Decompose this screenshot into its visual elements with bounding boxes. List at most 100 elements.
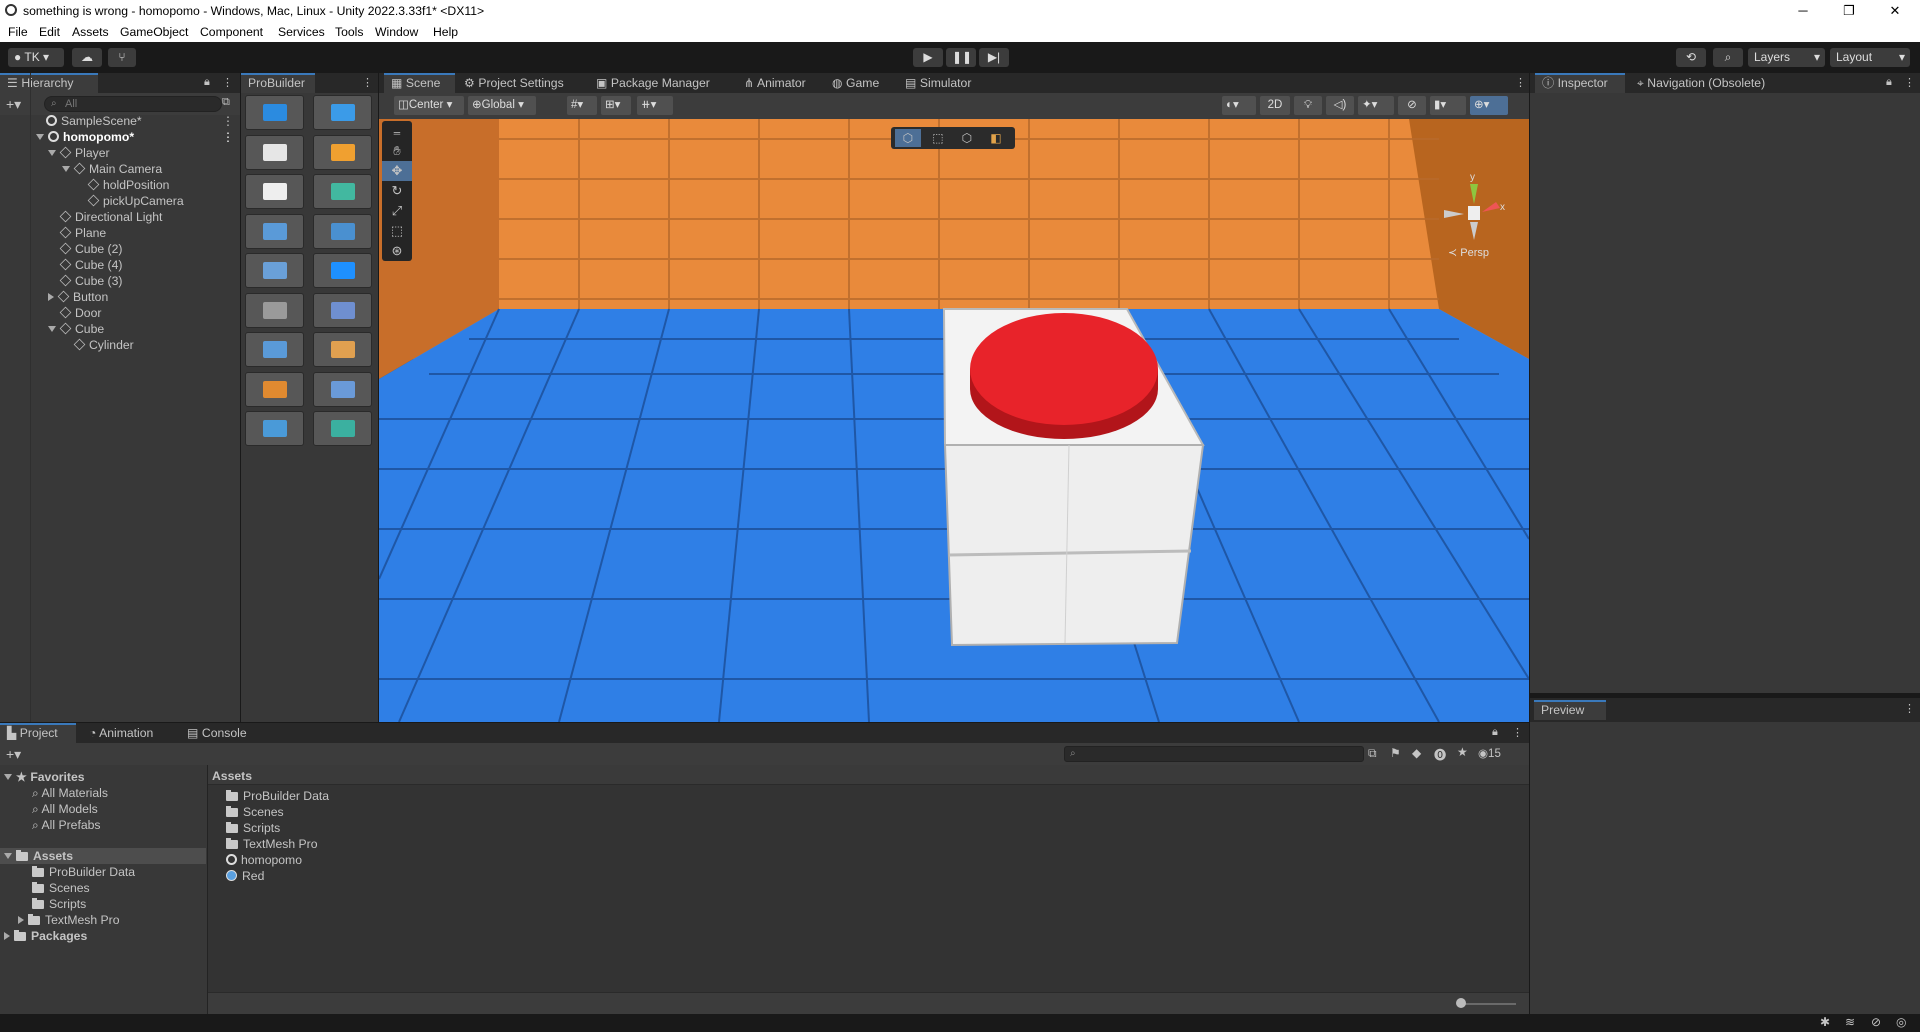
menu-tools[interactable]: Tools (335, 25, 363, 39)
asset-scene-homopomo[interactable]: homopomo (226, 852, 302, 868)
kebab-menu-icon[interactable]: ⋮ (222, 76, 233, 89)
tree-folder-probuilder-data[interactable]: ProBuilder Data (32, 864, 135, 880)
expand-arrow-icon[interactable] (48, 326, 56, 332)
probuilder-conform-normals-button[interactable] (245, 253, 304, 288)
filter-icon[interactable]: ⚑ (1390, 746, 1401, 760)
minimize-button[interactable]: ─ (1780, 1, 1826, 21)
preview-label[interactable]: Preview (1534, 700, 1606, 720)
persp-label[interactable]: ≺ Persp (1448, 247, 1489, 259)
hierarchy-item-directional-light[interactable]: Directional Light (59, 209, 162, 225)
layers-dropdown[interactable]: Layers ▾ (1748, 48, 1825, 67)
step-button[interactable]: ▶| (979, 48, 1009, 67)
favorite-all-models[interactable]: ⌕ All Models (32, 801, 98, 817)
lock-icon[interactable]: 🔒︎ (204, 76, 210, 89)
hierarchy-item-plane[interactable]: Plane (59, 225, 106, 241)
lighting-toggle[interactable]: 💡︎ (1294, 96, 1322, 115)
tab-hierarchy[interactable]: ☰ Hierarchy (0, 73, 98, 93)
layout-dropdown[interactable]: Layout ▾ (1830, 48, 1910, 67)
hierarchy-item-cube-3[interactable]: Cube (3) (59, 273, 122, 289)
hierarchy-item-samplescene[interactable]: SampleScene* ⋮ (46, 113, 240, 129)
rotate-tool-icon[interactable]: ↻ (382, 181, 412, 201)
probuilder-merge-button[interactable] (313, 332, 372, 367)
effects-dropdown[interactable]: ✦▾ (1358, 96, 1394, 115)
hierarchy-item-cube-2[interactable]: Cube (2) (59, 241, 122, 257)
packages-folder[interactable]: Packages (4, 928, 87, 944)
probuilder-center-pivot-button[interactable] (245, 213, 304, 249)
probuilder-material-editor-button[interactable] (313, 134, 372, 170)
probuilder-freeze-transform-button[interactable] (313, 371, 372, 407)
scene-visibility-icon[interactable]: ⧉ (222, 96, 230, 109)
probuilder-flip-normals-button[interactable] (245, 292, 304, 328)
assets-folder[interactable]: Assets (4, 848, 73, 864)
collab-button[interactable]: ⑂ (108, 48, 136, 67)
progress-icon[interactable]: ◎ (1896, 1015, 1907, 1029)
gizmos-dropdown[interactable]: ⊕▾ (1470, 96, 1508, 115)
hierarchy-item-button[interactable]: Button (48, 289, 108, 305)
transform-tool-icon[interactable]: ⊛ (382, 241, 412, 261)
menu-assets[interactable]: Assets (72, 25, 109, 39)
history-button[interactable]: ⟲ (1676, 48, 1706, 67)
probuilder-set-trigger-button[interactable] (245, 411, 304, 446)
expand-arrow-icon[interactable] (4, 932, 10, 940)
debug-icon[interactable]: ⊘ (1871, 1015, 1881, 1029)
tab-navigation[interactable]: ⌖ Navigation (Obsolete) (1630, 73, 1765, 93)
lock-icon[interactable]: 🔒︎ (1492, 726, 1498, 739)
expand-arrow-icon[interactable] (48, 293, 54, 301)
menu-help[interactable]: Help (433, 25, 458, 39)
kebab-menu-icon[interactable]: ⋮ (362, 76, 373, 89)
space-dropdown[interactable]: ⊕Global ▾ (468, 96, 536, 115)
probuilder-mirror-button[interactable] (313, 213, 372, 249)
kebab-menu-icon[interactable]: ⋮ (222, 113, 234, 129)
create-button[interactable]: +▾ (6, 746, 21, 763)
edge-mode-icon[interactable]: ⬡ (954, 129, 980, 147)
tab-animation[interactable]: ◔ Animation (82, 723, 153, 743)
probuilder-subdivide-button[interactable] (245, 371, 304, 407)
asset-folder-probuilder-data[interactable]: ProBuilder Data (226, 788, 329, 804)
tab-simulator[interactable]: ▤ Simulator (898, 73, 971, 93)
hidden-packages-count[interactable]: ◉15 (1478, 746, 1501, 760)
search-by-type-icon[interactable]: ⧉ (1368, 746, 1377, 761)
probuilder-smoothing-button[interactable] (245, 174, 304, 209)
hierarchy-item-cylinder[interactable]: Cylinder (73, 337, 134, 353)
menu-services[interactable]: Services (278, 25, 325, 39)
pause-button[interactable]: ❚❚ (946, 48, 976, 67)
probuilder-export-button[interactable] (245, 332, 304, 367)
expand-arrow-icon[interactable] (4, 853, 12, 859)
expand-arrow-icon[interactable] (18, 916, 24, 924)
tree-folder-scripts[interactable]: Scripts (32, 896, 86, 912)
kebab-menu-icon[interactable]: ⋮ (1904, 702, 1915, 715)
probuilder-new-shape-button[interactable] (245, 95, 304, 130)
warning-icon[interactable]: ⓿ (1434, 745, 1446, 763)
menu-component[interactable]: Component (200, 25, 263, 39)
vertex-mode-icon[interactable]: ⬚ (925, 129, 951, 147)
rect-tool-icon[interactable]: ⬚ (382, 221, 412, 241)
probuilder-vertex-colors-button[interactable] (313, 174, 372, 209)
tab-project-settings[interactable]: ⚙ Project Settings (457, 73, 564, 93)
asset-folder-scripts[interactable]: Scripts (226, 820, 280, 836)
tab-inspector[interactable]: ⓘ Inspector (1535, 73, 1625, 93)
hierarchy-item-cube-4[interactable]: Cube (4) (59, 257, 122, 273)
menu-gameobject[interactable]: GameObject (120, 25, 188, 39)
cloud-button[interactable]: ☁ (72, 48, 102, 67)
expand-arrow-icon[interactable] (4, 774, 12, 780)
tree-folder-scenes[interactable]: Scenes (32, 880, 90, 896)
star-icon[interactable]: ★ (1457, 745, 1468, 759)
maximize-button[interactable]: ❐ (1826, 1, 1872, 21)
kebab-menu-icon[interactable]: ⋮ (1512, 726, 1523, 739)
expand-arrow-icon[interactable] (62, 166, 70, 172)
project-search-input[interactable]: ⌕ (1064, 746, 1364, 762)
asset-folder-textmesh-pro[interactable]: TextMesh Pro (226, 836, 318, 852)
add-button[interactable]: +▾ (6, 96, 21, 113)
scale-tool-icon[interactable]: ⤢ (382, 201, 412, 221)
object-mode-icon[interactable]: ⬡ (895, 129, 921, 147)
search-button[interactable]: ⌕ (1713, 48, 1743, 67)
icon-size-slider[interactable] (1460, 1003, 1516, 1005)
tab-probuilder[interactable]: ProBuilder (241, 73, 315, 93)
2d-toggle[interactable]: 2D (1260, 96, 1290, 115)
tab-game[interactable]: ◍ Game (825, 73, 879, 93)
label-icon[interactable]: ◆ (1412, 746, 1421, 760)
expand-arrow-icon[interactable] (36, 134, 44, 140)
menu-window[interactable]: Window (375, 25, 418, 39)
draw-mode-dropdown[interactable]: ◐▾ (1222, 96, 1256, 115)
tree-folder-textmesh-pro[interactable]: TextMesh Pro (18, 912, 120, 928)
